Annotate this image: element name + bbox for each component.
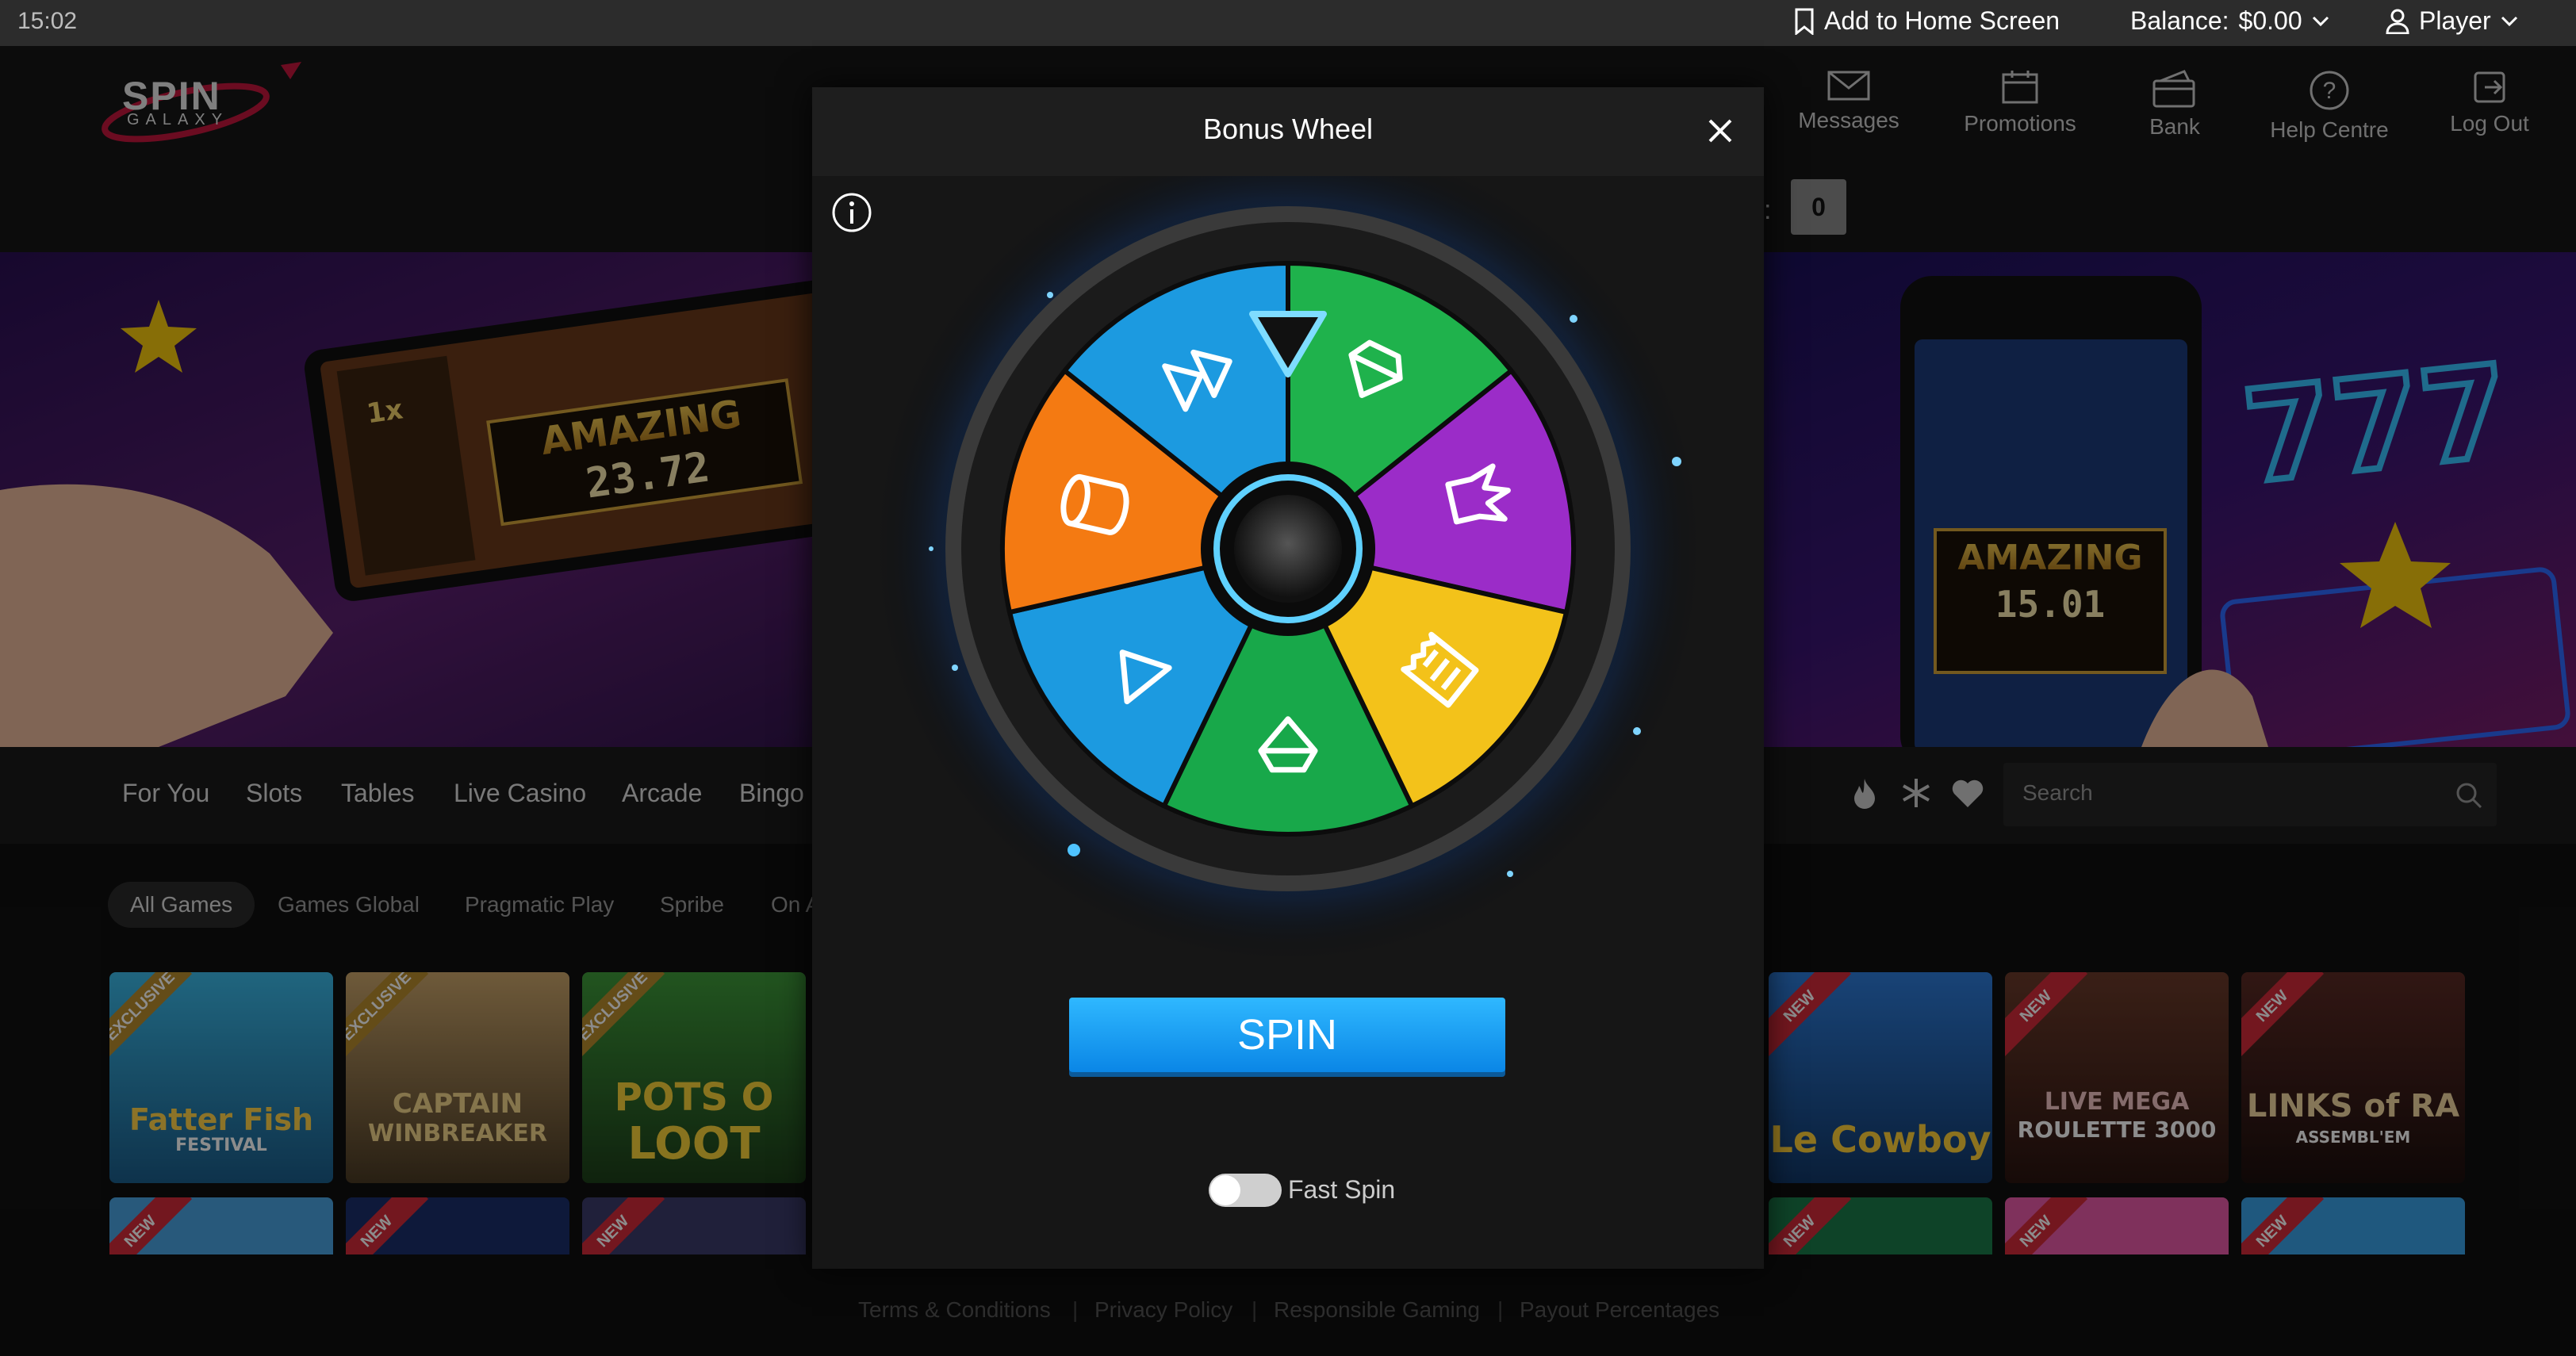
add-to-home-button[interactable]: Add to Home Screen [1794, 6, 2060, 36]
bonus-wheel-modal: Bonus Wheel SPIN Fast Spin [812, 87, 1764, 1269]
fast-spin-toggle[interactable] [1209, 1174, 1282, 1207]
wheel-hub [1234, 495, 1342, 603]
toggle-knob [1210, 1175, 1240, 1205]
balance-value: $0.00 [2238, 6, 2302, 35]
modal-title: Bonus Wheel [1202, 113, 1374, 145]
add-to-home-label: Add to Home Screen [1824, 6, 2060, 35]
player-menu[interactable]: Player [2386, 6, 2518, 36]
balance-label: Balance: [2130, 6, 2229, 35]
chevron-down-icon [2312, 16, 2329, 26]
bonus-wheel [876, 176, 1700, 961]
fast-spin-label: Fast Spin [1288, 1175, 1396, 1204]
close-icon[interactable] [1700, 111, 1740, 151]
balance-dropdown[interactable]: Balance: $0.00 [2130, 6, 2329, 36]
player-label: Player [2419, 6, 2491, 35]
user-icon [2386, 9, 2409, 34]
spin-button[interactable]: SPIN [1069, 998, 1505, 1072]
chevron-down-icon [2501, 16, 2517, 26]
bookmark-icon [1795, 8, 1814, 35]
clock: 15:02 [17, 8, 78, 34]
